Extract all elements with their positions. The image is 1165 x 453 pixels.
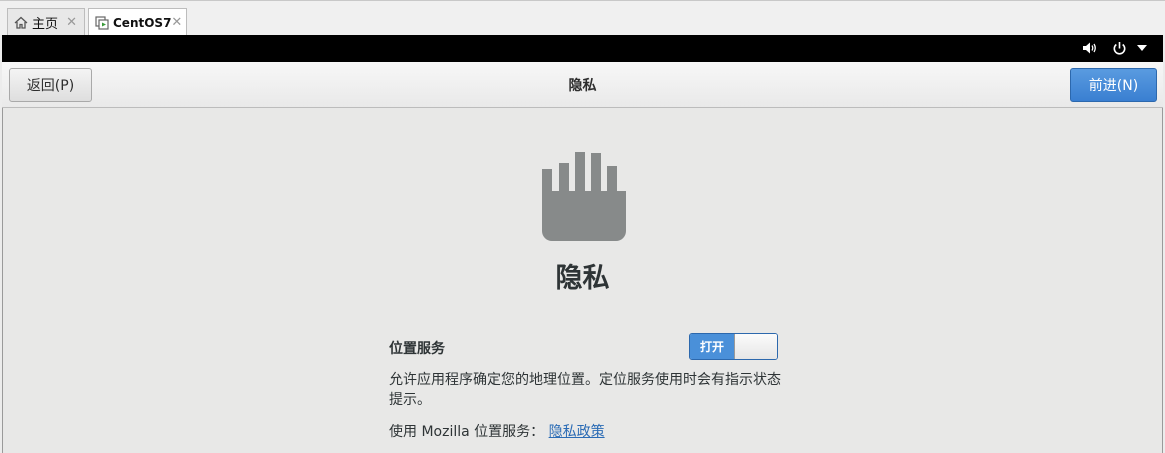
hand-icon bbox=[541, 151, 629, 247]
tab-home-label: 主页 bbox=[32, 17, 59, 32]
close-icon[interactable]: ✕ bbox=[66, 15, 77, 30]
location-services-label: 位置服务 bbox=[389, 341, 445, 357]
mozilla-text: 使用 Mozilla 位置服务： bbox=[389, 424, 545, 440]
next-button[interactable]: 前进(N) bbox=[1070, 68, 1157, 102]
location-services-switch[interactable]: 打开 bbox=[689, 333, 778, 360]
vm-tab-strip: 主页 ✕ CentOS7 ✕ bbox=[0, 0, 1165, 36]
tab-centos7[interactable]: CentOS7 ✕ bbox=[88, 8, 187, 36]
privacy-page: 隐私 位置服务 打开 允许应用程序确定您的地理位置。定位服务使用时会有指示状态提… bbox=[2, 108, 1163, 453]
system-top-bar bbox=[2, 35, 1163, 62]
header-title: 隐私 bbox=[568, 78, 597, 94]
page-title: 隐私 bbox=[555, 263, 610, 294]
close-icon[interactable]: ✕ bbox=[171, 15, 182, 30]
power-icon[interactable] bbox=[1112, 41, 1127, 56]
vm-icon bbox=[95, 15, 109, 30]
tab-home[interactable]: 主页 ✕ bbox=[7, 8, 85, 36]
mozilla-location-line: 使用 Mozilla 位置服务： 隐私政策 bbox=[389, 421, 605, 441]
switch-on-label: 打开 bbox=[690, 334, 734, 359]
switch-knob[interactable] bbox=[734, 334, 777, 359]
header-bar: 返回(P) 隐私 前进(N) bbox=[2, 62, 1163, 108]
privacy-policy-link[interactable]: 隐私政策 bbox=[549, 424, 605, 440]
tab-centos7-label: CentOS7 bbox=[113, 15, 172, 30]
location-description: 允许应用程序确定您的地理位置。定位服务使用时会有指示状态提示。 bbox=[389, 372, 781, 408]
chevron-down-icon[interactable] bbox=[1137, 45, 1147, 51]
volume-icon[interactable] bbox=[1082, 41, 1098, 55]
home-icon bbox=[14, 16, 28, 29]
